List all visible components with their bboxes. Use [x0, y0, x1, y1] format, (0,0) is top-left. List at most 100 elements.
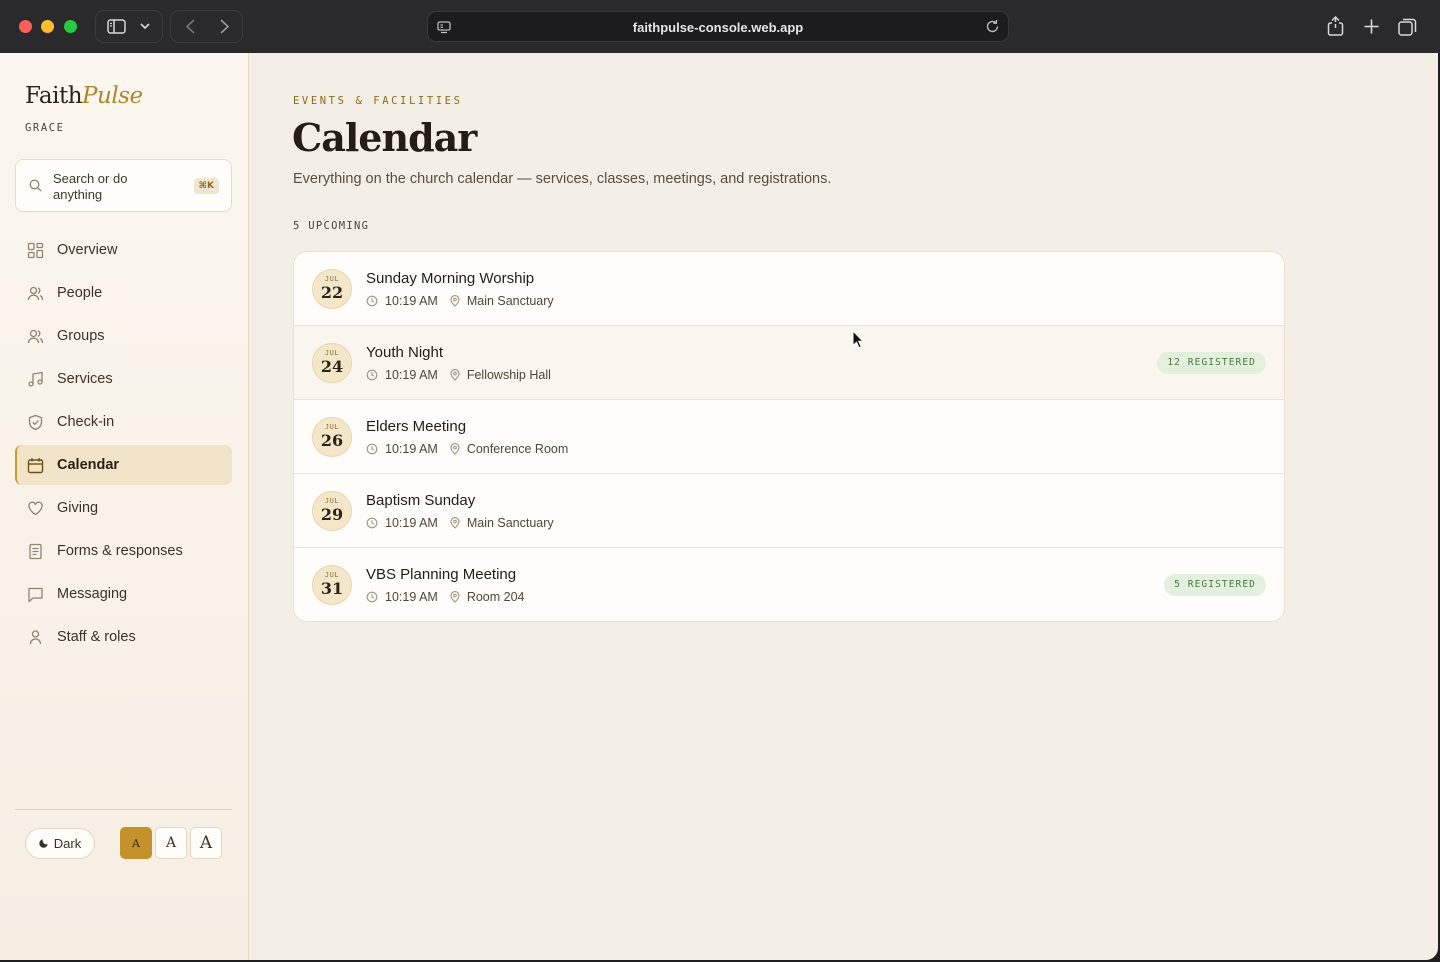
tab-overview-icon[interactable] — [1398, 18, 1417, 41]
moon-icon — [39, 836, 50, 851]
events-list: JUL 22 Sunday Morning Worship 10:19 AM M… — [293, 251, 1285, 622]
reload-icon[interactable] — [985, 19, 1000, 39]
sidebar-item-overview[interactable]: Overview — [15, 230, 232, 270]
registration-badge: 12 REGISTERED — [1157, 352, 1266, 374]
sidebar: FaithPulse GRACE Search or do anything ⌘… — [0, 53, 249, 960]
location-pin-icon — [450, 443, 460, 455]
event-title: Sunday Morning Worship — [366, 270, 535, 287]
date-month: JUL — [324, 349, 340, 357]
date-chip: JUL 22 — [312, 269, 352, 309]
sidebar-item-label: Overview — [57, 242, 118, 258]
sidebar-item-giving[interactable]: Giving — [15, 488, 232, 528]
sidebar-item-forms[interactable]: Forms & responses — [15, 531, 232, 571]
event-time: 10:19 AM — [385, 294, 438, 308]
sidebar-divider — [15, 809, 232, 810]
sidebar-item-label: People — [57, 285, 103, 301]
upcoming-count: 5 UPCOMING — [293, 220, 370, 232]
dark-mode-toggle[interactable]: Dark — [25, 828, 95, 859]
sidebar-item-services[interactable]: Services — [15, 359, 232, 399]
music-note-icon — [27, 371, 44, 388]
brand-name-accent: Pulse — [82, 83, 143, 109]
close-window-button[interactable] — [19, 20, 32, 33]
sidebar-item-label: Messaging — [57, 586, 128, 602]
sidebar-item-groups[interactable]: Groups — [15, 316, 232, 356]
event-meta: 10:19 AM Fellowship Hall — [366, 368, 551, 382]
date-day: 24 — [320, 357, 344, 376]
font-size-medium-button[interactable]: A — [155, 827, 187, 859]
event-title: Elders Meeting — [366, 418, 467, 435]
date-chip: JUL 26 — [312, 417, 352, 457]
clock-icon — [366, 443, 378, 455]
forward-icon[interactable] — [211, 11, 237, 42]
organization-name: GRACE — [25, 122, 65, 134]
search-icon — [29, 179, 42, 197]
event-time: 10:19 AM — [385, 442, 438, 456]
date-month: JUL — [324, 497, 340, 505]
share-icon[interactable] — [1327, 15, 1344, 41]
main-content: EVENTS & FACILITIES Calendar Everything … — [249, 53, 1438, 960]
event-title: VBS Planning Meeting — [366, 566, 517, 583]
sidebar-item-label: Services — [57, 371, 113, 387]
section-eyebrow: EVENTS & FACILITIES — [293, 95, 463, 107]
calendar-icon — [27, 457, 44, 474]
sidebar-item-check-in[interactable]: Check-in — [15, 402, 232, 442]
event-row[interactable]: JUL 31 VBS Planning Meeting 10:19 AM Roo… — [294, 548, 1284, 621]
sidebar-toggle-icon[interactable] — [104, 11, 128, 42]
date-day: 29 — [320, 505, 344, 524]
date-day: 26 — [320, 431, 344, 450]
brand-name-main: Faith — [25, 83, 83, 109]
sidebar-item-people[interactable]: People — [15, 273, 232, 313]
back-icon[interactable] — [177, 11, 203, 42]
sidebar-nav: Overview People Groups Services Check-in… — [15, 230, 232, 660]
event-location: Main Sanctuary — [466, 516, 554, 530]
sidebar-item-label: Forms & responses — [57, 543, 183, 559]
minimize-window-button[interactable] — [41, 20, 54, 33]
zoom-window-button[interactable] — [64, 20, 77, 33]
registration-badge: 5 REGISTERED — [1164, 574, 1266, 596]
event-row[interactable]: JUL 29 Baptism Sunday 10:19 AM Main Sanc… — [294, 474, 1284, 548]
sidebar-item-messaging[interactable]: Messaging — [15, 574, 232, 614]
event-time: 10:19 AM — [385, 590, 438, 604]
date-day: 22 — [320, 283, 344, 302]
event-time: 10:19 AM — [385, 516, 438, 530]
heart-icon — [27, 500, 44, 517]
event-location: Fellowship Hall — [466, 368, 551, 382]
page-subtitle: Everything on the church calendar — serv… — [293, 171, 832, 187]
clock-icon — [366, 295, 378, 307]
new-tab-icon[interactable] — [1364, 19, 1379, 39]
event-location: Main Sanctuary — [466, 294, 554, 308]
clock-icon — [366, 369, 378, 381]
chat-icon — [27, 586, 44, 603]
location-pin-icon — [450, 295, 460, 307]
date-month: JUL — [324, 571, 340, 579]
clock-icon — [366, 517, 378, 529]
user-icon — [27, 629, 44, 646]
sidebar-item-label: Staff & roles — [57, 629, 136, 645]
address-bar[interactable]: faithpulse-console.web.app — [427, 11, 1009, 42]
url-text: faithpulse-console.web.app — [632, 20, 804, 35]
sidebar-item-calendar[interactable]: Calendar — [15, 445, 232, 485]
sidebar-toggle-group — [95, 10, 163, 43]
event-meta: 10:19 AM Conference Room — [366, 442, 568, 456]
document-icon — [27, 543, 44, 560]
clock-icon — [366, 591, 378, 603]
brand-logo[interactable]: FaithPulse — [25, 83, 143, 109]
search-input[interactable]: Search or do anything ⌘K — [15, 159, 232, 212]
font-size-large-button[interactable]: A — [190, 827, 222, 859]
search-placeholder: Search or do anything — [53, 171, 128, 202]
sidebar-item-staff[interactable]: Staff & roles — [15, 617, 232, 657]
chevron-down-icon[interactable] — [136, 11, 154, 42]
font-size-small-button[interactable]: A — [120, 827, 152, 859]
event-row[interactable]: JUL 22 Sunday Morning Worship 10:19 AM M… — [294, 252, 1284, 326]
dark-mode-label: Dark — [53, 836, 82, 851]
event-row[interactable]: JUL 26 Elders Meeting 10:19 AM Conferenc… — [294, 400, 1284, 474]
date-chip: JUL 31 — [312, 565, 352, 605]
sidebar-item-label: Check-in — [57, 414, 115, 430]
event-meta: 10:19 AM Room 204 — [366, 590, 525, 604]
event-row[interactable]: JUL 24 Youth Night 10:19 AM Fellowship H… — [294, 326, 1284, 400]
date-chip: JUL 24 — [312, 343, 352, 383]
browser-toolbar: faithpulse-console.web.app — [0, 0, 1440, 53]
event-title: Baptism Sunday — [366, 492, 476, 509]
location-pin-icon — [450, 369, 460, 381]
date-month: JUL — [324, 275, 340, 283]
